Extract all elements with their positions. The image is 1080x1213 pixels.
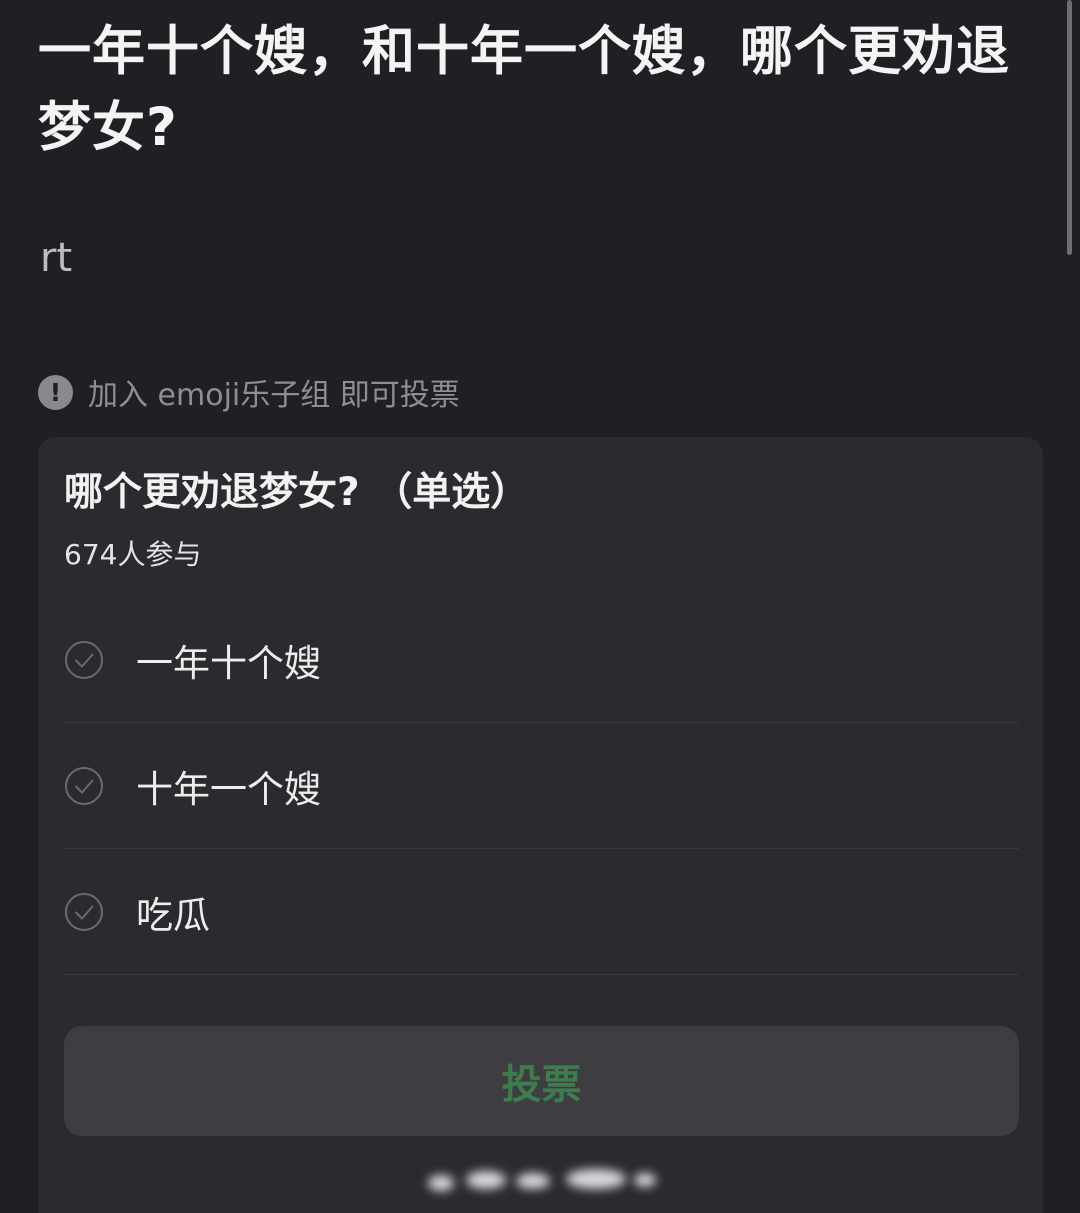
poll-card: 哪个更劝退梦女? （单选） 674人参与 一年十个嫂 十年一个嫂 吃瓜 投票 bbox=[38, 437, 1043, 1213]
poll-option[interactable]: 一年十个嫂 bbox=[64, 597, 1019, 723]
post-title: 一年十个嫂，和十年一个嫂，哪个更劝退梦女? bbox=[38, 21, 1010, 158]
poll-option-label: 一年十个嫂 bbox=[136, 641, 321, 685]
poll-option-label: 十年一个嫂 bbox=[136, 767, 321, 811]
poll-option-label: 吃瓜 bbox=[136, 893, 210, 937]
join-group-notice[interactable]: ! 加入 emoji乐子组 即可投票 bbox=[38, 370, 460, 414]
exclamation-circle-icon: ! bbox=[38, 374, 73, 410]
check-circle-icon bbox=[65, 892, 103, 931]
poll-option[interactable]: 十年一个嫂 bbox=[64, 723, 1019, 849]
post-page: 一年十个嫂，和十年一个嫂，哪个更劝退梦女? rt ! 加入 emoji乐子组 即… bbox=[0, 0, 1080, 1213]
check-circle-icon bbox=[65, 766, 103, 805]
scrollbar[interactable] bbox=[1067, 0, 1072, 255]
poll-title: 哪个更劝退梦女? （单选） bbox=[64, 470, 530, 515]
check-circle-icon bbox=[65, 640, 103, 679]
poll-option[interactable]: 吃瓜 bbox=[64, 849, 1019, 975]
blurred-watermark bbox=[416, 1161, 666, 1201]
participant-count: 674人参与 bbox=[64, 538, 202, 571]
notice-text: 加入 emoji乐子组 即可投票 bbox=[88, 378, 460, 413]
poll-options: 一年十个嫂 十年一个嫂 吃瓜 bbox=[64, 597, 1019, 975]
post-body: rt bbox=[40, 235, 73, 281]
vote-button[interactable]: 投票 bbox=[64, 1026, 1019, 1136]
